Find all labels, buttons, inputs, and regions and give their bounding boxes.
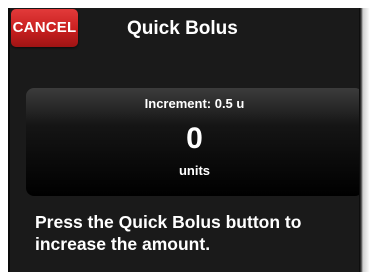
instruction-text: Press the Quick Bolus button to increase…: [35, 211, 361, 255]
instruction-line-2: increase the amount.: [35, 234, 211, 254]
units-label: units: [178, 163, 211, 178]
bolus-amount-value: 0: [186, 122, 203, 155]
increment-label: Increment: 0.5 u: [144, 96, 245, 111]
cancel-button[interactable]: CANCEL: [11, 9, 78, 47]
pump-device: CANCEL Quick Bolus Increment: 0.5 u 0 un…: [0, 0, 370, 272]
instruction-line-1: Press the Quick Bolus button to: [35, 212, 302, 232]
pump-screen: CANCEL Quick Bolus Increment: 0.5 u 0 un…: [8, 8, 361, 272]
screen-title: Quick Bolus: [127, 18, 238, 39]
bolus-amount-panel: Increment: 0.5 u 0 units: [26, 88, 361, 196]
screen-edge-highlight: [363, 8, 370, 272]
